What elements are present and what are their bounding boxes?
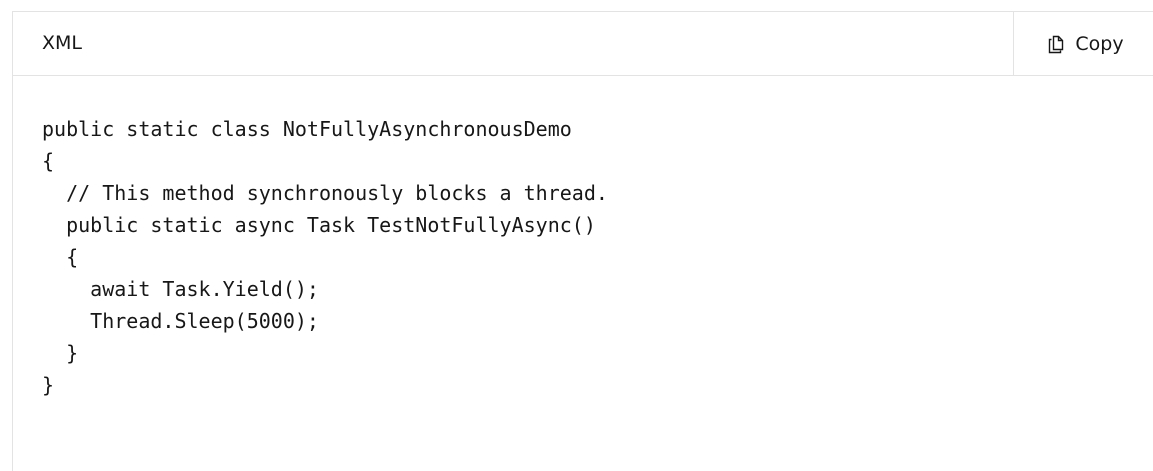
copy-label: Copy [1075,32,1124,55]
code-line: } [42,373,55,397]
code-line: Thread.Sleep(5000); [42,309,319,333]
code-line: await Task.Yield(); [42,277,319,301]
copy-icon [1047,34,1067,54]
code-line: } [42,341,79,365]
code-line: // This method synchronously blocks a th… [42,181,608,205]
code-block: XML Copy public static class NotFullyAsy… [12,11,1153,471]
code-line: public static class NotFullyAsynchronous… [42,117,572,141]
code-line: { [42,149,55,173]
code-line: { [42,245,79,269]
language-label: XML [42,32,82,54]
code-body: public static class NotFullyAsynchronous… [13,76,1153,401]
code-line: public static async Task TestNotFullyAsy… [42,213,596,237]
code-header: XML Copy [13,12,1153,76]
copy-button[interactable]: Copy [1013,12,1153,75]
